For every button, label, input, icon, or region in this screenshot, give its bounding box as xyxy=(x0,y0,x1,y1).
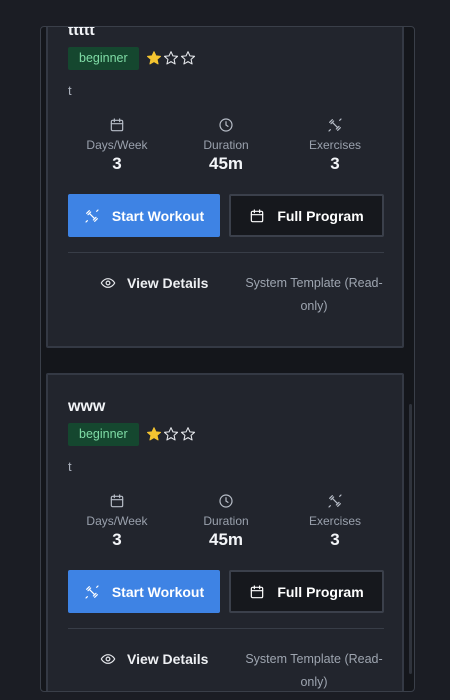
workout-list-panel: ttttt beginner t Days/Week 3 Duration 45… xyxy=(40,26,415,692)
stat-label: Duration xyxy=(203,138,249,152)
clock-icon xyxy=(219,494,233,508)
workout-stats: Days/Week 3 Duration 45m Exercises 3 xyxy=(48,117,402,177)
calendar-icon xyxy=(110,118,124,132)
difficulty-badge: beginner xyxy=(68,47,139,70)
stat-value: 3 xyxy=(330,154,340,173)
system-template-note: System Template (Read-only) xyxy=(245,652,383,689)
start-workout-label: Start Workout xyxy=(111,207,205,224)
workout-title: www xyxy=(68,398,106,415)
difficulty-badge: beginner xyxy=(68,423,139,446)
rating-stars xyxy=(146,50,196,66)
stat-days-per-week: Days/Week 3 xyxy=(62,117,172,174)
scrollbar-thumb[interactable] xyxy=(409,404,412,674)
stat-value: 3 xyxy=(330,530,340,549)
workout-card: ttttt beginner t Days/Week 3 Duration 45… xyxy=(46,26,404,348)
stat-label: Exercises xyxy=(308,514,361,528)
calendar-icon xyxy=(110,494,124,508)
star-filled-icon xyxy=(146,51,162,65)
full-program-button[interactable]: Full Program xyxy=(229,194,384,237)
view-details-link[interactable]: View Details xyxy=(100,275,208,291)
workout-title: ttttt xyxy=(68,26,95,39)
workout-card: www beginner t Days/Week 3 Duration 45m … xyxy=(46,373,404,691)
start-workout-button[interactable]: Start Workout xyxy=(68,570,220,613)
stat-label: Days/Week xyxy=(86,514,148,528)
star-filled-icon xyxy=(146,427,162,441)
start-workout-button[interactable]: Start Workout xyxy=(68,194,220,237)
stat-label: Duration xyxy=(203,514,249,528)
stat-duration: Duration 45m xyxy=(171,493,281,550)
workout-stats: Days/Week 3 Duration 45m Exercises 3 xyxy=(48,493,402,553)
system-template-note: System Template (Read-only) xyxy=(245,276,383,313)
stat-value: 3 xyxy=(112,530,122,549)
dumbbell-icon xyxy=(328,118,342,132)
star-empty-icon xyxy=(163,427,179,441)
card-divider xyxy=(68,628,384,629)
full-program-label: Full Program xyxy=(277,207,364,224)
stat-value: 45m xyxy=(208,154,244,173)
stat-value: 3 xyxy=(112,154,122,173)
stat-value: 45m xyxy=(208,530,244,549)
star-empty-icon xyxy=(180,427,196,441)
view-details-link[interactable]: View Details xyxy=(100,651,208,667)
star-empty-icon xyxy=(163,51,179,65)
stat-exercises: Exercises 3 xyxy=(280,117,390,174)
dumbbell-icon xyxy=(85,208,99,223)
full-program-button[interactable]: Full Program xyxy=(229,570,384,613)
card-divider xyxy=(68,252,384,253)
full-program-label: Full Program xyxy=(277,583,364,600)
stat-duration: Duration 45m xyxy=(171,117,281,174)
eye-icon xyxy=(100,654,116,664)
rating-stars xyxy=(146,426,196,442)
star-empty-icon xyxy=(180,51,196,65)
dumbbell-icon xyxy=(328,494,342,508)
calendar-icon xyxy=(251,584,264,598)
stat-days-per-week: Days/Week 3 xyxy=(62,493,172,550)
calendar-icon xyxy=(251,208,264,222)
clock-icon xyxy=(219,118,233,132)
stat-label: Days/Week xyxy=(86,138,148,152)
eye-icon xyxy=(100,278,116,288)
workout-description: t xyxy=(68,459,72,474)
start-workout-label: Start Workout xyxy=(111,583,205,600)
view-details-label: View Details xyxy=(127,651,209,667)
view-details-label: View Details xyxy=(127,275,209,291)
stat-exercises: Exercises 3 xyxy=(280,493,390,550)
workout-description: t xyxy=(68,83,72,98)
stat-label: Exercises xyxy=(308,138,361,152)
dumbbell-icon xyxy=(85,584,99,599)
